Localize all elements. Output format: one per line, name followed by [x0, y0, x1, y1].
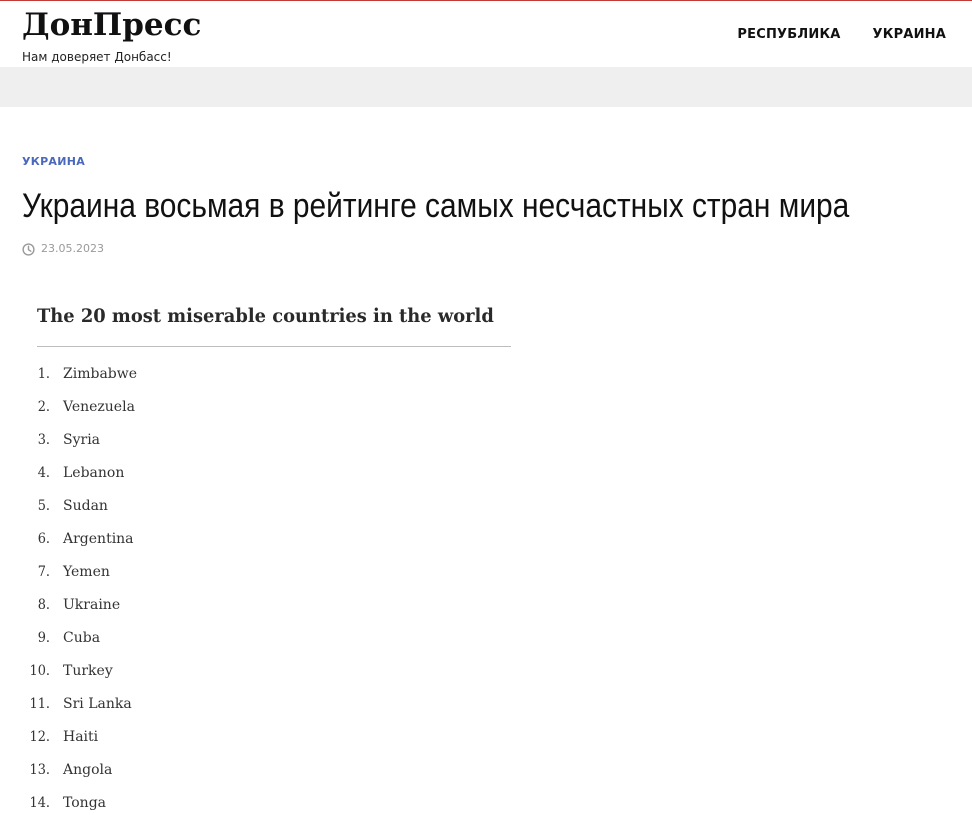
country-name: Sudan	[63, 498, 108, 514]
country-name: Sri Lanka	[63, 696, 132, 712]
main-nav: РЕСПУБЛИКА УКРАИНА	[737, 25, 946, 45]
country-name: Cuba	[63, 630, 101, 646]
list-item: 11. Sri Lanka	[22, 692, 502, 725]
list-item: 9. Cuba	[22, 626, 502, 659]
list-item: 2. Venezuela	[22, 395, 502, 428]
nav-item-respublika[interactable]: РЕСПУБЛИКА	[737, 25, 840, 45]
list-item: 6. Argentina	[22, 527, 502, 560]
country-name: Argentina	[63, 531, 134, 547]
country-rank: 2.	[37, 399, 50, 415]
figure-title: The 20 most miserable countries in the w…	[37, 305, 494, 327]
list-item: 12. Haiti	[22, 725, 502, 758]
country-rank: 12.	[29, 729, 50, 745]
country-rank: 11.	[29, 696, 50, 712]
list-item: 1. Zimbabwe	[22, 362, 502, 395]
article-image: The 20 most miserable countries in the w…	[22, 288, 522, 815]
list-item: 14. Tonga	[22, 791, 502, 815]
country-ranking-list: 1. Zimbabwe 2. Venezuela 3. Syria 4. Lebanon 5. S…	[22, 362, 502, 815]
list-item: 4. Lebanon	[22, 461, 502, 494]
country-name: Angola	[63, 762, 113, 778]
country-name: Zimbabwe	[63, 366, 138, 382]
country-rank: 1.	[37, 366, 50, 382]
list-item: 13. Angola	[22, 758, 502, 791]
country-rank: 4.	[37, 465, 50, 481]
figure-divider	[37, 346, 511, 347]
country-name: Turkey	[63, 663, 113, 679]
list-item: 5. Sudan	[22, 494, 502, 527]
country-rank: 5.	[37, 498, 50, 514]
country-name: Haiti	[63, 729, 99, 745]
country-rank: 14.	[29, 795, 50, 811]
post-date-text: 23.05.2023	[41, 242, 104, 255]
country-rank: 3.	[37, 432, 50, 448]
country-rank: 9.	[37, 630, 50, 646]
nav-item-ukraina[interactable]: УКРАИНА	[873, 25, 946, 45]
list-item: 10. Turkey	[22, 659, 502, 692]
country-name: Lebanon	[63, 465, 125, 481]
country-name: Venezuela	[63, 399, 135, 415]
list-item: 3. Syria	[22, 428, 502, 461]
list-item: 7. Yemen	[22, 560, 502, 593]
country-rank: 10.	[29, 663, 50, 679]
country-rank: 7.	[37, 564, 50, 580]
article-category-link[interactable]: УКРАИНА	[22, 155, 85, 169]
header-band	[0, 67, 972, 107]
country-rank: 13.	[29, 762, 50, 778]
post-date: 23.05.2023	[22, 241, 104, 257]
country-name: Tonga	[63, 795, 107, 811]
site-header: ДонПресс Нам доверяет Донбасс! РЕСПУБЛИК…	[0, 1, 972, 67]
country-name: Syria	[63, 432, 101, 448]
site-tagline: Нам доверяет Донбасс!	[22, 50, 172, 64]
site-logo[interactable]: ДонПресс	[22, 5, 201, 45]
country-name: Yemen	[63, 564, 110, 580]
clock-icon	[22, 242, 35, 256]
country-rank: 6.	[37, 531, 50, 547]
article-title: Украина восьмая в рейтинге самых несчаст…	[22, 187, 850, 225]
country-rank: 8.	[37, 597, 50, 613]
list-item: 8. Ukraine	[22, 593, 502, 626]
country-name: Ukraine	[63, 597, 121, 613]
